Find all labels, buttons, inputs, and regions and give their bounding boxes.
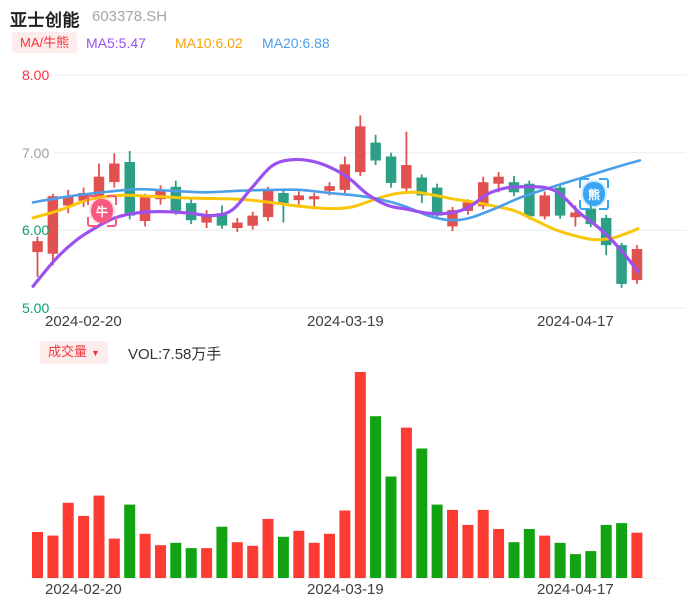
date-axis-label: 2024-03-19: [307, 313, 384, 330]
kline-chart-canvas[interactable]: [0, 0, 686, 606]
date-axis-label: 2024-03-19: [307, 581, 384, 598]
price-axis-label: 6.00: [22, 222, 50, 239]
date-axis-label: 2024-04-17: [537, 581, 614, 598]
volume-label: 成交量: [48, 344, 88, 359]
stock-kline-app: 亚士创能 603378.SH MA/牛熊 MA5:5.47 MA10:6.02 …: [0, 0, 686, 606]
date-axis-label: 2024-02-20: [45, 581, 122, 598]
bull-signal-badge[interactable]: 牛: [87, 195, 117, 227]
volume-indicator-dropdown[interactable]: 成交量 ▼: [40, 341, 108, 364]
bear-signal-badge[interactable]: 熊: [579, 178, 609, 210]
date-axis-label: 2024-02-20: [45, 313, 122, 330]
price-axis-label: 7.00: [22, 144, 50, 161]
volume-readout: VOL:7.58万手: [128, 346, 222, 363]
bull-icon: 牛: [91, 199, 113, 223]
date-axis-label: 2024-04-17: [537, 313, 614, 330]
dropdown-arrow-icon: ▼: [91, 348, 100, 358]
price-axis-label: 8.00: [22, 66, 50, 83]
bear-icon: 熊: [583, 182, 605, 206]
